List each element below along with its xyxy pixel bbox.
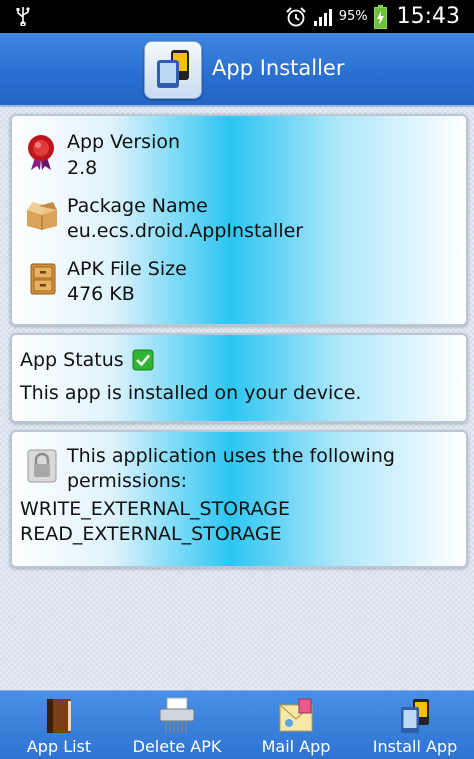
nav-mail-app-button[interactable]: Mail App (237, 691, 355, 759)
page-title: App Installer (212, 56, 345, 80)
app-status-message: This app is installed on your device. (20, 382, 362, 404)
apk-size-value: 476 KB (67, 283, 135, 305)
lock-icon (27, 449, 57, 483)
app-status-label: App Status (20, 349, 124, 371)
nav-delete-apk-label: Delete APK (132, 737, 222, 756)
app-version-value: 2.8 (67, 157, 98, 179)
battery-charging-icon (373, 4, 387, 29)
app-status-card (10, 333, 468, 423)
checkmark-icon (132, 349, 154, 371)
usb-icon (16, 7, 30, 26)
package-name-label: Package Name (67, 195, 208, 217)
signal-icon (313, 8, 332, 26)
install-icon (401, 699, 429, 733)
nav-mail-app-label: Mail App (261, 737, 331, 756)
nav-install-app-button[interactable]: Install App (356, 691, 474, 759)
permissions-intro-line2: permissions: (67, 470, 188, 492)
package-box-icon (27, 202, 57, 230)
apk-size-label: APK File Size (67, 258, 187, 280)
app-logo-icon (144, 41, 202, 99)
alarm-icon (285, 6, 306, 26)
archive-cabinet-icon (30, 263, 56, 295)
seal-icon (28, 135, 54, 170)
book-icon (47, 699, 71, 733)
permissions-intro-line1: This application uses the following (67, 445, 395, 467)
status-bar: 95% 15:43 (0, 0, 474, 33)
shredder-icon (159, 697, 195, 733)
bottom-nav-bar: App List Delete APK Mail App Install App (0, 690, 474, 759)
permission-item: READ_EXTERNAL_STORAGE (20, 523, 282, 545)
nav-install-app-label: Install App (372, 737, 458, 756)
nav-delete-apk-button[interactable]: Delete APK (118, 691, 236, 759)
app-version-label: App Version (67, 131, 181, 153)
nav-app-list-label: App List (26, 737, 92, 756)
mail-icon (279, 698, 313, 732)
battery-percent: 95% (338, 9, 368, 24)
clock: 15:43 (396, 4, 460, 29)
permission-item: WRITE_EXTERNAL_STORAGE (20, 498, 290, 520)
package-name-value: eu.ecs.droid.AppInstaller (67, 220, 304, 242)
nav-app-list-button[interactable]: App List (0, 691, 118, 759)
